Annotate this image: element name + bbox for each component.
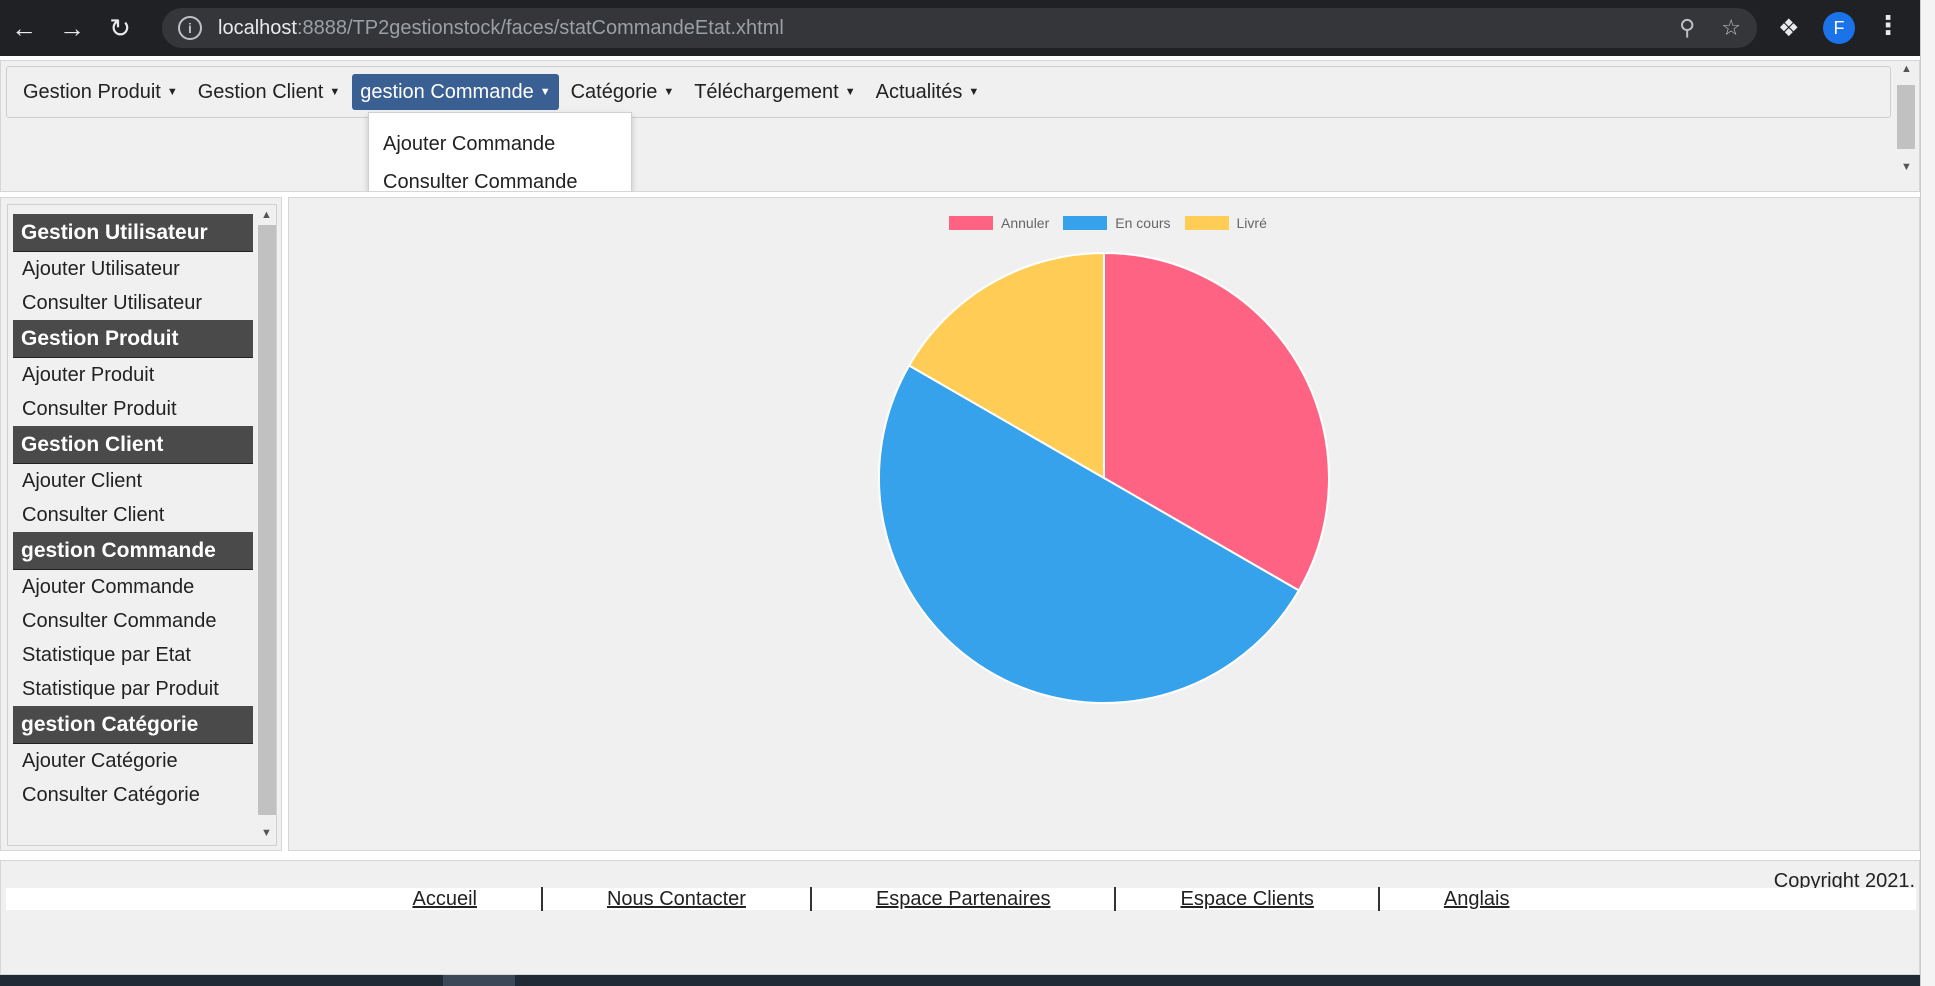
sidebar-scrollbar[interactable]: ▲ ▼	[255, 205, 276, 845]
pie-chart	[878, 251, 1330, 705]
menu-telechargement[interactable]: Téléchargement ▼	[686, 74, 863, 110]
sidebar-item-consulter-commande[interactable]: Consulter Commande	[13, 604, 253, 638]
footer-link-anglais[interactable]: Anglais	[1380, 888, 1574, 910]
footer-link-partenaires[interactable]: Espace Partenaires	[812, 888, 1115, 910]
sidebar-item-consulter-client[interactable]: Consulter Client	[13, 498, 253, 532]
chart-panel: Annuler En cours Livré	[288, 197, 1920, 851]
sidebar-item-ajouter-utilisateur[interactable]: Ajouter Utilisateur	[13, 252, 253, 286]
menu-label: Gestion Client	[197, 80, 324, 103]
url-path: :8888/TP2gestionstock/faces/statCommande…	[296, 16, 784, 39]
menu-label: Gestion Produit	[23, 80, 161, 103]
sidebar-item-ajouter-client[interactable]: Ajouter Client	[13, 464, 253, 498]
reload-icon[interactable]: ↻	[96, 0, 144, 56]
scroll-thumb[interactable]	[258, 225, 276, 815]
scroll-thumb[interactable]	[1897, 85, 1915, 149]
scroll-down-icon[interactable]: ▼	[1901, 161, 1912, 173]
sidebar-item-ajouter-produit[interactable]: Ajouter Produit	[13, 358, 253, 392]
bookmark-star-icon[interactable]: ☆	[1721, 15, 1741, 41]
sidebar-header-produit: Gestion Produit	[13, 320, 253, 358]
browser-menu-icon[interactable]: ⋮	[1875, 10, 1901, 41]
sidebar-item-ajouter-categorie[interactable]: Ajouter Catégorie	[13, 744, 253, 778]
commande-dropdown-menu: Ajouter Commande Consulter Commande	[368, 112, 632, 192]
caret-down-icon: ▼	[663, 86, 675, 98]
footer-link-clients[interactable]: Espace Clients	[1116, 888, 1377, 910]
sidebar-header-commande: gestion Commande	[13, 532, 253, 570]
zoom-icon[interactable]: ⚲	[1679, 15, 1695, 41]
extensions-puzzle-icon[interactable]: ❖	[1778, 14, 1800, 43]
forward-arrow-icon[interactable]: →	[48, 0, 96, 56]
menu-label: gestion Commande	[360, 80, 534, 103]
sidebar-item-statistique-produit[interactable]: Statistique par Produit	[13, 672, 253, 706]
sidebar-item-consulter-produit[interactable]: Consulter Produit	[13, 392, 253, 426]
profile-avatar[interactable]: F	[1823, 12, 1855, 44]
caret-down-icon: ▼	[968, 86, 980, 98]
footer-link-contact[interactable]: Nous Contacter	[543, 888, 810, 910]
scroll-up-icon[interactable]: ▲	[1901, 63, 1912, 75]
info-icon[interactable]: i	[178, 16, 202, 40]
sidebar-item-ajouter-commande[interactable]: Ajouter Commande	[13, 570, 253, 604]
menu-gestion-produit[interactable]: Gestion Produit ▼	[15, 74, 186, 110]
menu-gestion-commande[interactable]: gestion Commande ▼	[352, 74, 559, 110]
main-menubar: Gestion Produit ▼ Gestion Client ▼ gestion…	[6, 66, 1891, 118]
sidebar: Gestion Utilisateur Ajouter Utilisateur …	[0, 197, 282, 851]
caret-down-icon: ▼	[329, 86, 341, 98]
dropdown-item-consulter-commande[interactable]: Consulter Commande	[369, 163, 631, 192]
back-arrow-icon[interactable]: ←	[0, 0, 48, 56]
address-bar[interactable]: i localhost:8888/TP2gestionstock/faces/s…	[162, 8, 1757, 48]
dropdown-item-ajouter-commande[interactable]: Ajouter Commande	[369, 125, 631, 163]
caret-down-icon: ▼	[539, 86, 551, 98]
sidebar-menu: Gestion Utilisateur Ajouter Utilisateur …	[13, 214, 253, 812]
os-taskbar	[0, 975, 1920, 986]
top-panel-scrollbar[interactable]: ▲ ▼	[1892, 61, 1919, 191]
menu-actualites[interactable]: Actualités ▼	[868, 74, 988, 110]
scroll-up-icon[interactable]: ▲	[261, 209, 272, 221]
sidebar-header-categorie: gestion Catégorie	[13, 706, 253, 744]
sidebar-scroll-area: Gestion Utilisateur Ajouter Utilisateur …	[7, 204, 277, 846]
menu-label: Actualités	[875, 80, 963, 103]
top-menu-panel: Gestion Produit ▼ Gestion Client ▼ gestion…	[0, 60, 1920, 192]
scroll-down-icon[interactable]: ▼	[261, 827, 272, 839]
sidebar-header-utilisateur: Gestion Utilisateur	[13, 214, 253, 252]
sidebar-item-consulter-categorie[interactable]: Consulter Catégorie	[13, 778, 253, 812]
menu-categorie[interactable]: Catégorie ▼	[563, 74, 683, 110]
caret-down-icon: ▼	[844, 86, 856, 98]
browser-toolbar: ← → ↻ i localhost:8888/TP2gestionstock/f…	[0, 0, 1920, 56]
caret-down-icon: ▼	[166, 86, 178, 98]
url-text: localhost:8888/TP2gestionstock/faces/sta…	[218, 17, 784, 40]
menu-label: Téléchargement	[694, 80, 839, 103]
menu-gestion-client[interactable]: Gestion Client ▼	[190, 74, 349, 110]
menu-label: Catégorie	[570, 80, 658, 103]
footer: Copyright 2021. Accueil Nous Contacter E…	[0, 860, 1920, 975]
adjacent-window-edge	[1920, 0, 1935, 986]
sidebar-header-client: Gestion Client	[13, 426, 253, 464]
taskbar-active-app[interactable]	[443, 975, 515, 986]
footer-nav: Accueil Nous Contacter Espace Partenaire…	[6, 887, 1916, 911]
sidebar-item-consulter-utilisateur[interactable]: Consulter Utilisateur	[13, 286, 253, 320]
footer-link-accueil[interactable]: Accueil	[348, 888, 540, 910]
url-host: localhost	[218, 16, 297, 39]
sidebar-item-statistique-etat[interactable]: Statistique par Etat	[13, 638, 253, 672]
